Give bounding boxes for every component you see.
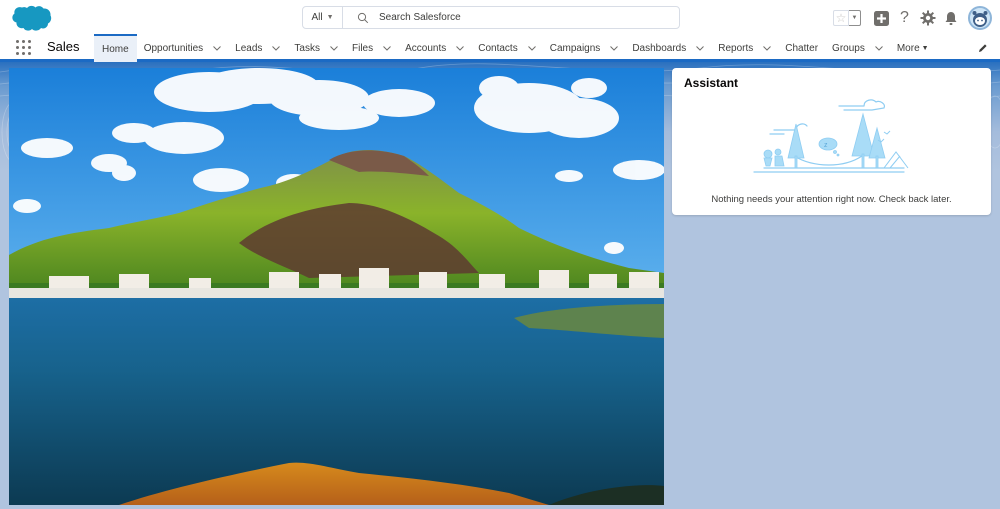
- tab-files[interactable]: Files: [345, 34, 398, 62]
- pencil-icon[interactable]: [978, 43, 988, 53]
- chevron-down-icon[interactable]: [527, 45, 536, 51]
- chevron-down-icon[interactable]: [610, 45, 619, 51]
- tab-campaigns[interactable]: Campaigns: [543, 34, 626, 62]
- tab-label: Home: [102, 43, 129, 55]
- tab-label: Groups: [832, 42, 865, 54]
- svg-text:z: z: [824, 142, 828, 149]
- search-icon: [357, 12, 369, 23]
- tab-label: Chatter: [785, 42, 819, 54]
- mountain-lake-landscape: [9, 68, 664, 505]
- chevron-down-icon[interactable]: [696, 45, 705, 51]
- global-header: All ▼ ☆ ▼ ?: [0, 0, 1000, 34]
- tab-leads[interactable]: Leads: [228, 34, 287, 62]
- astro-avatar-icon: [972, 11, 988, 27]
- tab-more[interactable]: More ▼: [890, 34, 936, 62]
- assistant-message: Nothing needs your attention right now. …: [711, 194, 952, 205]
- tab-label: Files: [351, 42, 374, 54]
- tab-home[interactable]: Home: [94, 34, 137, 62]
- notifications-button[interactable]: [940, 7, 962, 29]
- chevron-down-icon[interactable]: [272, 45, 281, 51]
- chevron-down-icon[interactable]: [456, 45, 465, 51]
- app-launcher-icon[interactable]: [16, 40, 32, 56]
- question-icon: ?: [900, 9, 909, 26]
- favorites-list-button[interactable]: ▼: [849, 10, 861, 26]
- global-search: All ▼: [302, 6, 680, 29]
- tab-chatter[interactable]: Chatter: [778, 34, 825, 62]
- plus-icon: [874, 10, 889, 26]
- header-actions: ☆ ▼ ?: [833, 4, 992, 32]
- star-icon: ☆: [835, 11, 847, 25]
- tab-label: Tasks: [294, 42, 320, 54]
- chevron-down-icon[interactable]: [383, 45, 391, 51]
- gear-icon: [920, 10, 935, 26]
- tab-label: Opportunities: [143, 42, 204, 54]
- tab-label: Dashboards: [632, 42, 687, 54]
- assistant-card: Assistant z Nothing needs your attention…: [672, 68, 991, 215]
- caret-down-icon: ▼: [851, 15, 858, 21]
- bell-icon: [945, 11, 956, 25]
- favorites-button[interactable]: ☆: [833, 10, 849, 26]
- nav-tabs: Home Opportunities Leads Tasks Files Acc…: [94, 34, 936, 62]
- tab-label: Accounts: [405, 42, 447, 54]
- favorites-group: ☆ ▼: [833, 10, 861, 26]
- salesforce-logo[interactable]: [10, 4, 52, 32]
- search-scope-label: All: [311, 12, 323, 23]
- tab-groups[interactable]: Groups: [825, 34, 890, 62]
- tab-contacts[interactable]: Contacts: [471, 34, 542, 62]
- hero-image: [9, 68, 664, 505]
- app-nav-bar: Sales Home Opportunities Leads Tasks Fil…: [0, 34, 1000, 62]
- global-actions-button[interactable]: [871, 7, 893, 29]
- chevron-down-icon[interactable]: [330, 45, 338, 51]
- tab-label: Reports: [718, 42, 754, 54]
- chevron-down-icon[interactable]: [213, 45, 222, 51]
- caret-down-icon: ▼: [326, 14, 334, 21]
- chevron-down-icon[interactable]: [763, 45, 772, 51]
- hammock-trees-illustration: z: [753, 99, 909, 173]
- tab-tasks[interactable]: Tasks: [287, 34, 345, 62]
- help-button[interactable]: ?: [894, 7, 916, 29]
- app-name: Sales: [47, 39, 80, 54]
- tab-label: Contacts: [478, 42, 518, 54]
- tab-label: More: [896, 42, 920, 54]
- tab-label: Campaigns: [549, 42, 601, 54]
- search-input[interactable]: [379, 12, 659, 23]
- user-avatar[interactable]: [968, 6, 992, 30]
- assistant-title: Assistant: [684, 76, 739, 90]
- tab-dashboards[interactable]: Dashboards: [625, 34, 711, 62]
- chevron-down-icon[interactable]: [874, 45, 883, 51]
- tab-label: Leads: [235, 42, 263, 54]
- tab-opportunities[interactable]: Opportunities: [137, 34, 228, 62]
- tab-accounts[interactable]: Accounts: [398, 34, 471, 62]
- setup-button[interactable]: [917, 7, 939, 29]
- tab-reports[interactable]: Reports: [711, 34, 778, 62]
- shoreline-wall: [9, 288, 664, 298]
- caret-down-icon: ▼: [921, 44, 929, 52]
- search-scope-dropdown[interactable]: All ▼: [303, 7, 343, 28]
